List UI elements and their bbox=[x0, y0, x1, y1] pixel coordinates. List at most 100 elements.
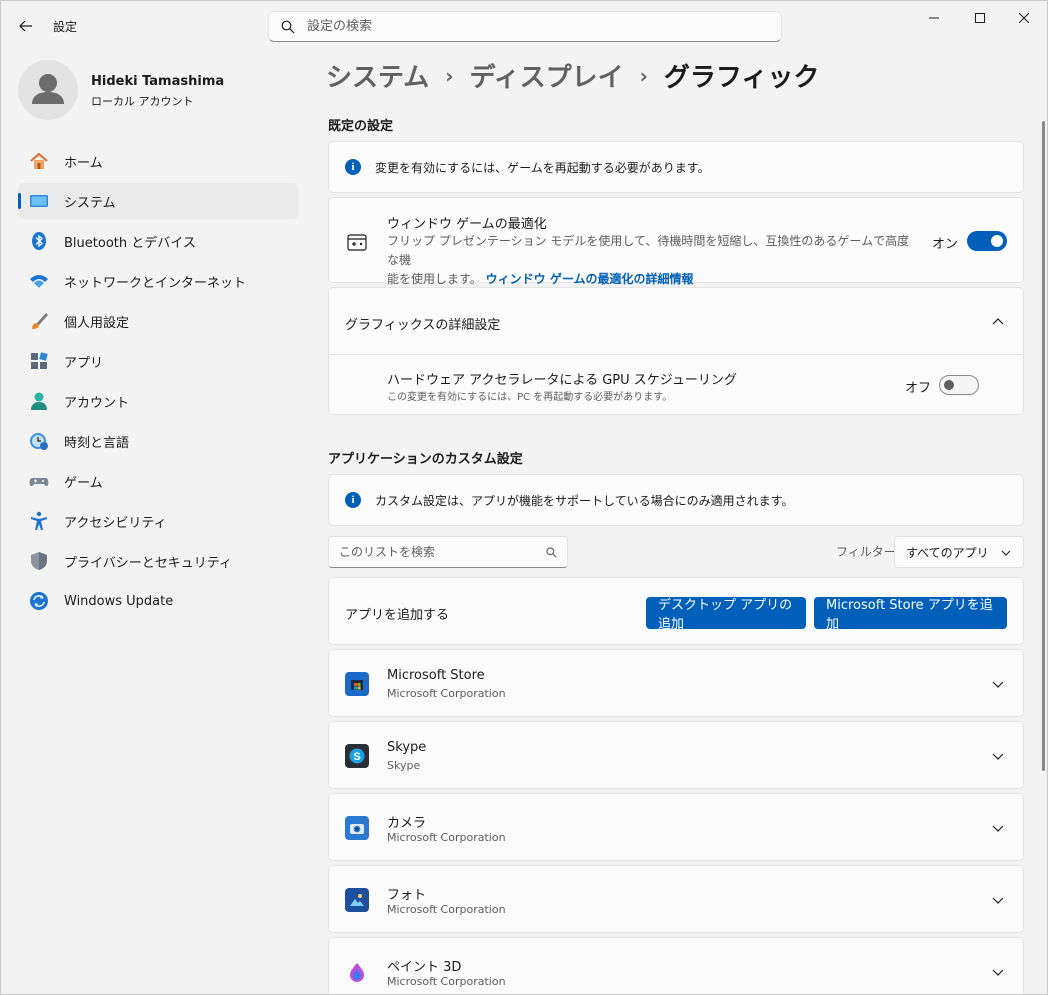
vertical-scrollbar[interactable] bbox=[1042, 121, 1045, 771]
sidebar-item-label: ゲーム bbox=[64, 475, 103, 491]
section-title-custom: アプリケーションのカスタム設定 bbox=[328, 452, 523, 467]
app-list-item[interactable]: S Skype Skype bbox=[328, 721, 1024, 789]
info-icon: i bbox=[345, 492, 361, 508]
home-icon bbox=[28, 150, 50, 172]
window-game-title: ウィンドウ ゲームの最適化 bbox=[387, 217, 547, 232]
add-app-card: アプリを追加する デスクトップ アプリの追加 Microsoft Store ア… bbox=[328, 577, 1024, 645]
breadcrumb: システム › ディスプレイ › グラフィック bbox=[326, 57, 819, 94]
sidebar-item-label: アクセシビリティ bbox=[64, 515, 167, 531]
sidebar-item-label: プライバシーとセキュリティ bbox=[64, 555, 232, 571]
sidebar-item-label: アカウント bbox=[64, 395, 130, 411]
list-search-box[interactable] bbox=[328, 536, 568, 568]
back-button[interactable] bbox=[13, 13, 39, 39]
paint3d-icon bbox=[345, 960, 369, 984]
window-game-learn-more-link[interactable]: ウィンドウ ゲームの最適化の詳細情報 bbox=[486, 272, 694, 286]
info-bar-restart: i 変更を有効にするには、ゲームを再起動する必要があります。 bbox=[328, 141, 1024, 193]
filter-value: すべてのアプリ bbox=[906, 545, 989, 560]
sidebar-item-label: アプリ bbox=[64, 355, 104, 371]
close-button[interactable] bbox=[1001, 5, 1047, 31]
system-icon bbox=[28, 190, 50, 212]
app-list-item[interactable]: カメラ Microsoft Corporation bbox=[328, 793, 1024, 861]
breadcrumb-graphics: グラフィック bbox=[663, 63, 820, 93]
svg-text:S: S bbox=[353, 751, 360, 763]
sidebar-item-bluetooth[interactable]: Bluetooth とデバイス bbox=[18, 223, 298, 259]
search-icon bbox=[281, 20, 295, 33]
window-game-toggle-state: オン bbox=[932, 237, 959, 252]
close-icon bbox=[1019, 13, 1029, 23]
sidebar-item-apps[interactable]: アプリ bbox=[18, 343, 298, 379]
sidebar-item-time-language[interactable]: 時刻と言語 bbox=[18, 423, 298, 459]
chevron-down-icon bbox=[992, 825, 1004, 832]
sidebar-item-label: ホーム bbox=[64, 155, 103, 171]
app-name: ペイント 3D bbox=[387, 960, 462, 975]
info-bar-custom: i カスタム設定は、アプリが機能をサポートしている場合にのみ適用されます。 bbox=[328, 474, 1024, 526]
gpu-scheduling-toggle-state: オフ bbox=[905, 381, 932, 396]
app-list-item[interactable]: ペイント 3D Microsoft Corporation bbox=[328, 937, 1024, 994]
app-title: 設定 bbox=[53, 20, 78, 34]
app-name: Skype bbox=[387, 740, 427, 755]
sidebar-item-personalization[interactable]: 個人用設定 bbox=[18, 303, 298, 339]
app-name: カメラ bbox=[387, 816, 427, 831]
sidebar-item-system[interactable]: システム bbox=[18, 183, 298, 219]
add-app-label: アプリを追加する bbox=[345, 608, 450, 623]
list-search-input[interactable] bbox=[339, 545, 539, 559]
bluetooth-icon bbox=[28, 230, 50, 252]
advanced-graphics-card: グラフィックスの詳細設定 ハードウェア アクセラレータによる GPU スケジュー… bbox=[328, 287, 1024, 415]
breadcrumb-system[interactable]: システム bbox=[326, 57, 429, 94]
app-publisher: Microsoft Corporation bbox=[387, 831, 506, 844]
sidebar-item-accessibility[interactable]: アクセシビリティ bbox=[18, 503, 298, 539]
sidebar-item-label: 時刻と言語 bbox=[64, 435, 130, 451]
window-game-toggle[interactable] bbox=[967, 231, 1007, 251]
breadcrumb-display[interactable]: ディスプレイ bbox=[469, 57, 623, 94]
breadcrumb-separator: › bbox=[445, 63, 454, 88]
sidebar-item-windows-update[interactable]: Windows Update bbox=[18, 583, 298, 619]
back-arrow-icon bbox=[19, 20, 32, 32]
info-text: 変更を有効にするには、ゲームを再起動する必要があります。 bbox=[375, 160, 710, 175]
chevron-down-icon bbox=[992, 681, 1004, 688]
maximize-icon bbox=[975, 13, 985, 23]
add-store-app-button[interactable]: Microsoft Store アプリを追加 bbox=[814, 597, 1007, 632]
brush-icon bbox=[28, 310, 50, 332]
window-game-desc-line2: 能を使用します。 bbox=[387, 272, 482, 286]
settings-search-box[interactable] bbox=[268, 11, 782, 42]
shield-icon bbox=[28, 550, 50, 572]
sidebar-item-privacy[interactable]: プライバシーとセキュリティ bbox=[18, 543, 298, 579]
add-desktop-app-button[interactable]: デスクトップ アプリの追加 bbox=[646, 597, 806, 632]
advanced-graphics-title: グラフィックスの詳細設定 bbox=[345, 318, 501, 333]
minimize-icon bbox=[929, 17, 939, 19]
minimize-button[interactable] bbox=[911, 5, 957, 31]
time-language-icon bbox=[28, 430, 50, 452]
settings-search-input[interactable] bbox=[307, 19, 747, 34]
avatar[interactable] bbox=[18, 60, 78, 120]
account-type: ローカル アカウント bbox=[91, 95, 194, 108]
advanced-graphics-header[interactable]: グラフィックスの詳細設定 bbox=[329, 288, 1023, 355]
sidebar-item-network[interactable]: ネットワークとインターネット bbox=[18, 263, 298, 299]
section-title-defaults: 既定の設定 bbox=[328, 119, 394, 134]
search-icon bbox=[546, 547, 557, 558]
sidebar-item-gaming[interactable]: ゲーム bbox=[18, 463, 298, 499]
filter-dropdown[interactable]: すべてのアプリ bbox=[894, 536, 1024, 568]
chevron-down-icon bbox=[1001, 550, 1011, 556]
update-icon bbox=[28, 590, 50, 612]
skype-icon: S bbox=[345, 744, 369, 768]
gpu-scheduling-desc: この変更を有効にするには、PC を再起動する必要があります。 bbox=[387, 392, 673, 403]
windowed-game-icon bbox=[347, 234, 367, 251]
sidebar-item-label: Windows Update bbox=[64, 593, 174, 609]
camera-icon bbox=[345, 816, 369, 840]
maximize-button[interactable] bbox=[957, 5, 1003, 31]
app-publisher: Skype bbox=[387, 759, 421, 772]
gpu-scheduling-toggle[interactable] bbox=[939, 375, 979, 395]
app-name: Microsoft Store bbox=[387, 668, 485, 683]
chevron-up-icon bbox=[992, 318, 1004, 325]
sidebar-item-label: ネットワークとインターネット bbox=[64, 275, 247, 291]
gpu-scheduling-title: ハードウェア アクセラレータによる GPU スケジューリング bbox=[387, 373, 737, 388]
app-list-item[interactable]: Microsoft Store Microsoft Corporation bbox=[328, 649, 1024, 717]
sidebar-item-accounts[interactable]: アカウント bbox=[18, 383, 298, 419]
accessibility-icon bbox=[28, 510, 50, 532]
photos-icon bbox=[345, 888, 369, 912]
sidebar-item-home[interactable]: ホーム bbox=[18, 143, 298, 179]
app-list-item[interactable]: フォト Microsoft Corporation bbox=[328, 865, 1024, 933]
microsoft-store-icon bbox=[345, 672, 369, 696]
sidebar-nav: ホーム システム Bluetooth とデバイス ネットワークとインターネット … bbox=[18, 143, 298, 623]
info-text: カスタム設定は、アプリが機能をサポートしている場合にのみ適用されます。 bbox=[375, 493, 794, 508]
